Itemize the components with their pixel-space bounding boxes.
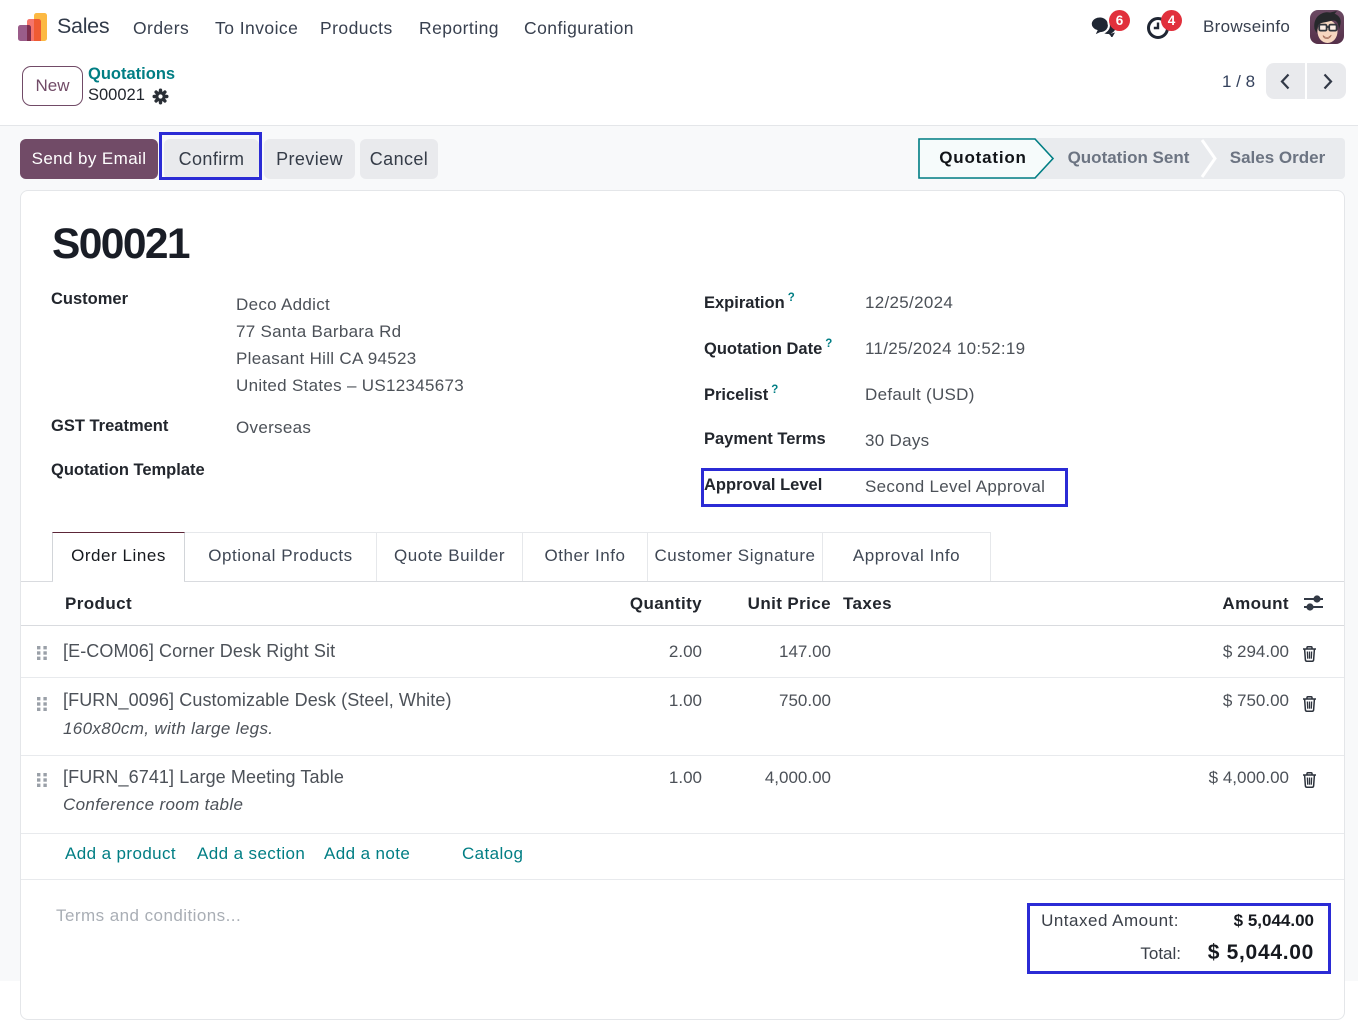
svg-text:Quotation: Quotation xyxy=(939,148,1026,167)
